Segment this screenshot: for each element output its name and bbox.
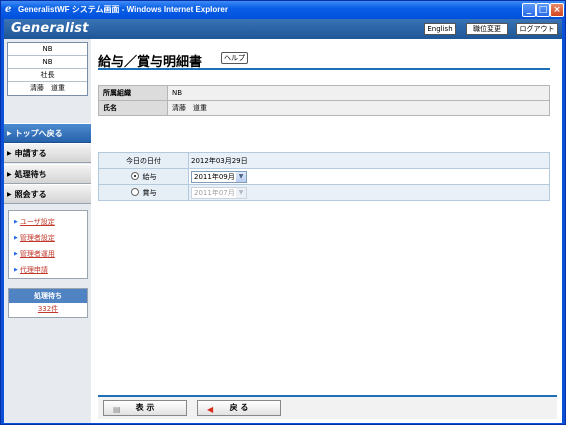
window-title: GeneralistWF システム画面 - Windows Internet E… (18, 5, 228, 14)
link-user-settings-label: ユーザ設定 (19, 218, 55, 226)
display-button-label: 表 示 (135, 403, 155, 412)
document-icon: ▤ (113, 405, 121, 414)
statement-select-table: 今日の日付 2012年03月29日 給与 2011年09月 ▼ 賞与 2011年0… (98, 152, 550, 201)
nav-inquiry-label: 照会する (14, 190, 47, 199)
table-row: 給与 2011年09月 ▼ (98, 168, 550, 185)
org-value: NB (167, 85, 550, 101)
app-logo: Generalist (11, 21, 89, 36)
bullet-icon: ▶ (14, 219, 18, 225)
table-row: 今日の日付 2012年03月29日 (98, 152, 550, 169)
pending-box-title: 処理待ち (9, 289, 87, 303)
logout-button[interactable]: ログアウト (516, 23, 558, 35)
bonus-option[interactable]: 賞与 (98, 184, 189, 201)
bullet-icon: ▶ (14, 251, 18, 257)
salary-select-cell: 2011年09月 ▼ (188, 168, 550, 185)
arrow-right-icon: ▶ (7, 130, 12, 137)
table-row: 所属組織 NB (98, 85, 550, 101)
arrow-right-icon: ▶ (7, 150, 12, 157)
link-admin-settings[interactable]: ▶ 管理者設定 (14, 233, 87, 249)
chevron-down-icon[interactable]: ▼ (236, 171, 246, 182)
link-admin-operation-label: 管理者運用 (19, 250, 55, 258)
salary-label: 給与 (142, 172, 157, 181)
arrow-right-icon: ▶ (7, 171, 12, 178)
nav-apply[interactable]: ▶ 申請する (4, 143, 91, 163)
arrow-left-icon: ◀ (207, 405, 214, 414)
nav-top-label: トップへ戻る (14, 129, 63, 138)
user-position: 社長 (8, 69, 87, 82)
bonus-label: 賞与 (142, 188, 157, 197)
chevron-down-icon[interactable]: ▼ (236, 187, 246, 198)
bonus-month-value: 2011年07月 (194, 188, 235, 197)
nav-pending-label: 処理待ち (14, 170, 47, 179)
english-button[interactable]: English (424, 23, 456, 35)
close-button[interactable]: × (550, 3, 564, 17)
help-button[interactable]: ヘルプ (221, 52, 248, 64)
position-change-button[interactable]: 職位変更 (466, 23, 508, 35)
org-label: 所属組織 (98, 85, 168, 101)
bonus-radio[interactable] (130, 187, 139, 196)
arrow-right-icon: ▶ (7, 191, 12, 198)
title-divider (98, 68, 550, 70)
bullet-icon: ▶ (14, 235, 18, 241)
salary-month-select[interactable]: 2011年09月 ▼ (191, 170, 247, 183)
today-value: 2012年03月29日 (188, 152, 550, 169)
maximize-button[interactable]: □ (536, 3, 550, 17)
link-admin-operation[interactable]: ▶ 管理者運用 (14, 249, 87, 265)
link-proxy-application-label: 代理申請 (19, 266, 48, 274)
user-name: 清藤 道重 (30, 84, 65, 92)
back-button-label: 戻 る (229, 403, 249, 412)
salary-radio[interactable] (130, 171, 139, 180)
name-label: 氏名 (98, 100, 168, 116)
minimize-button[interactable]: _ (522, 3, 536, 17)
bullet-icon: ▶ (14, 267, 18, 273)
today-label: 今日の日付 (98, 152, 189, 169)
name-value: 清藤 道重 (167, 100, 550, 116)
nav-pending[interactable]: ▶ 処理待ち (4, 164, 91, 184)
pending-box: 処理待ち 332件 (8, 288, 88, 318)
employee-info-table: 所属組織 NB 氏名 清藤 道重 (98, 85, 550, 116)
bonus-select-cell: 2011年07月 ▼ (188, 184, 550, 201)
sidebar: NB NB 社長 清藤 道重 ▶ トップへ戻る ▶ 申請する ▶ 処理待ち ▶ 照会する… (4, 39, 91, 423)
user-info-box: NB NB 社長 清藤 道重 (7, 42, 88, 96)
user-company: NB (8, 43, 87, 56)
back-button[interactable]: ◀ 戻 る (197, 400, 281, 416)
salary-month-value: 2011年09月 (194, 172, 235, 181)
settings-links-box: ▶ ユーザ設定 ▶ 管理者設定 ▶ 管理者運用 ▶ 代理申請 (8, 210, 88, 279)
user-department: NB (8, 56, 87, 69)
salary-option[interactable]: 給与 (98, 168, 189, 185)
browser-window: e GeneralistWF システム画面 - Windows Internet… (0, 0, 566, 425)
ie-icon: e (5, 4, 12, 15)
nav-top[interactable]: ▶ トップへ戻る (4, 123, 91, 143)
link-user-settings[interactable]: ▶ ユーザ設定 (14, 217, 87, 233)
footer-action-bar: ▤ 表 示 ◀ 戻 る (98, 395, 557, 419)
main-content: 給与／賞与明細書 ヘルプ 所属組織 NB 氏名 清藤 道重 今日の日付 2012… (91, 39, 562, 423)
window-titlebar: e GeneralistWF システム画面 - Windows Internet… (1, 1, 565, 19)
pending-count-link[interactable]: 332件 (9, 303, 87, 317)
bonus-month-select[interactable]: 2011年07月 ▼ (191, 186, 247, 199)
link-proxy-application[interactable]: ▶ 代理申請 (14, 265, 87, 281)
app-header: Generalist English 職位変更 ログアウト (4, 19, 562, 39)
table-row: 賞与 2011年07月 ▼ (98, 184, 550, 201)
nav-inquiry[interactable]: ▶ 照会する (4, 184, 91, 204)
nav-apply-label: 申請する (14, 149, 47, 158)
display-button[interactable]: ▤ 表 示 (103, 400, 187, 416)
link-admin-settings-label: 管理者設定 (19, 234, 55, 242)
browser-content: Generalist English 職位変更 ログアウト NB NB 社長 清… (4, 19, 562, 423)
table-row: 氏名 清藤 道重 (98, 100, 550, 116)
